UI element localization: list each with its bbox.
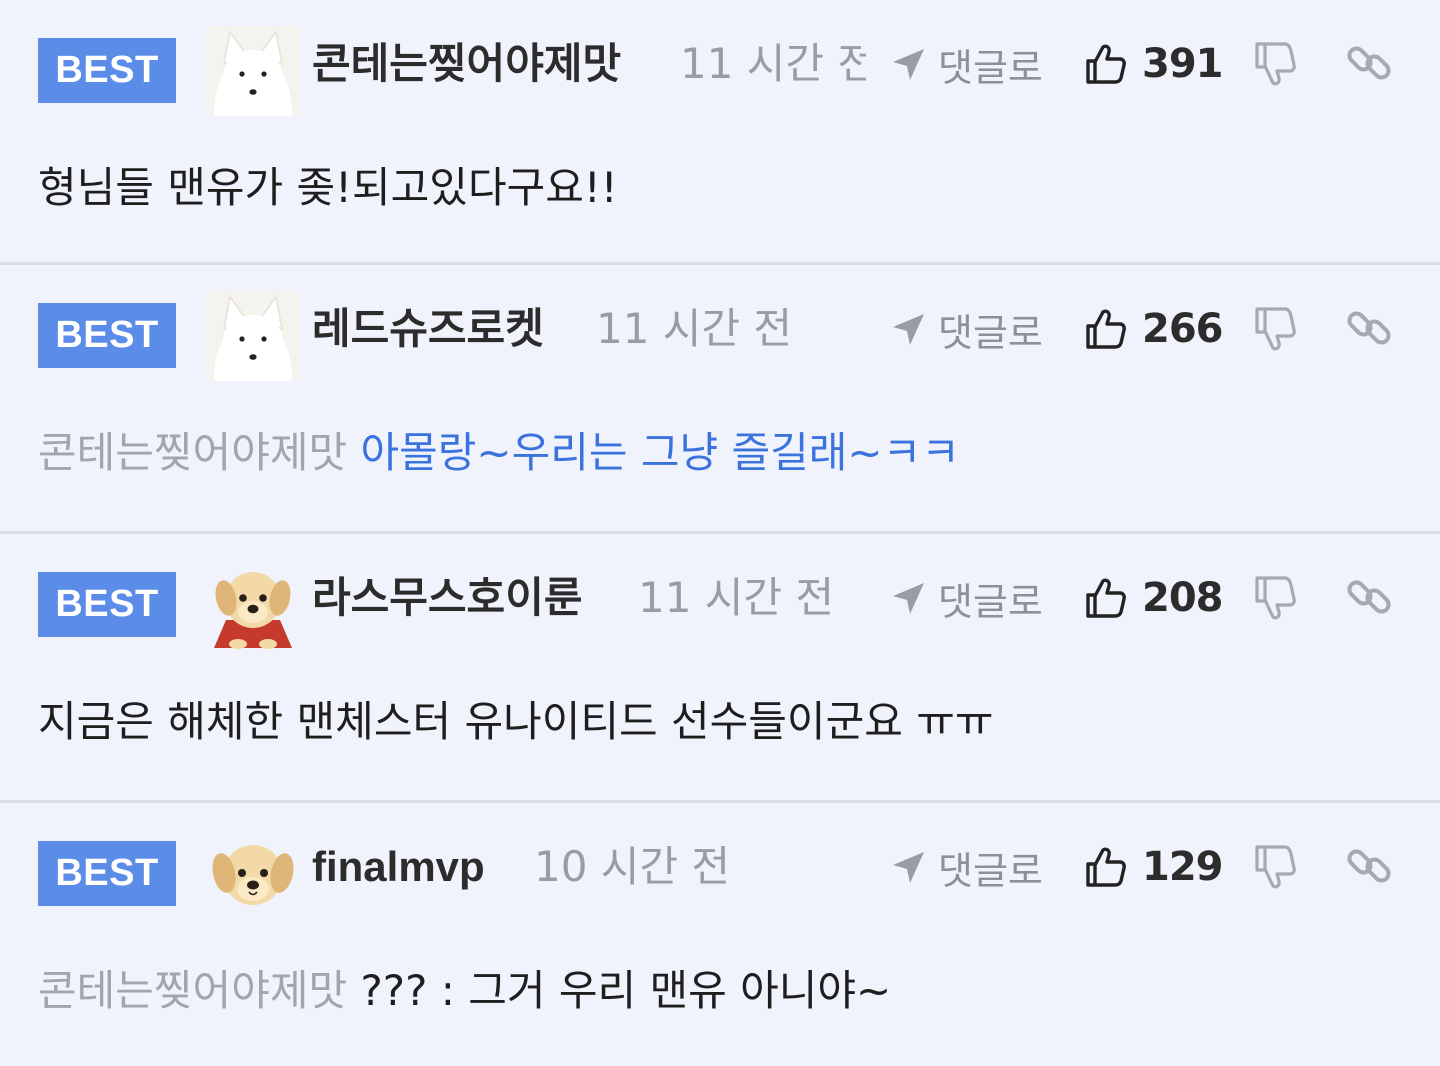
puppy-cape-avatar-icon: [206, 560, 300, 650]
comment-text: 콘테는찢어야제맛 아몰랑~우리는 그냥 즐길래~ㅋㅋ: [38, 423, 960, 483]
reply-label: 댓글로: [938, 310, 1043, 355]
reply-button[interactable]: 댓글로: [886, 839, 1043, 895]
best-badge: BEST: [38, 572, 176, 637]
reply-button[interactable]: 댓글로: [886, 36, 1043, 92]
thumbs-up-icon: [1084, 42, 1128, 86]
comment-text: 지금은 해체한 맨체스터 유나이티드 선수들이군요 ㅠㅠ: [38, 692, 993, 752]
like-button[interactable]: 129: [1084, 839, 1223, 895]
timestamp: 10 시간 전: [534, 842, 731, 891]
comment-card: BEST 라스무스호이룬 11 시간 전 댓글로 208 지금은 해체한 맨체스…: [0, 534, 1440, 803]
like-button[interactable]: 208: [1084, 570, 1223, 626]
like-button[interactable]: 391: [1084, 36, 1223, 92]
comment-text: 형님들 맨유가 좆!되고있다구요!!: [38, 158, 618, 218]
link-icon[interactable]: [1346, 843, 1392, 889]
link-icon[interactable]: [1346, 574, 1392, 620]
timestamp: 11 시간 전: [680, 39, 866, 88]
link-icon[interactable]: [1346, 40, 1392, 86]
thumbs-down-icon[interactable]: [1252, 40, 1298, 88]
thumbs-down-icon[interactable]: [1252, 574, 1298, 622]
username[interactable]: 라스무스호이룬: [312, 570, 582, 626]
timestamp: 11 시간 전: [638, 573, 835, 622]
reply-button[interactable]: 댓글로: [886, 301, 1043, 357]
comment-body: 형님들 맨유가 좆!되고있다구요!!: [38, 163, 618, 212]
comment-text: 콘테는찢어야제맛 ??? : 그거 우리 맨유 아니야~: [38, 961, 891, 1021]
reply-label: 댓글로: [938, 848, 1043, 893]
user-avatar[interactable]: [206, 829, 300, 919]
like-count: 391: [1142, 41, 1223, 87]
user-avatar[interactable]: [206, 291, 300, 381]
link-icon[interactable]: [1346, 305, 1392, 351]
thumbs-up-icon: [1084, 576, 1128, 620]
comment-card: BEST finalmvp 10 시간 전 댓글로 129 콘테는찢어야제맛 ?…: [0, 803, 1440, 1066]
best-badge: BEST: [38, 841, 176, 906]
best-badge: BEST: [38, 38, 176, 103]
comment-body: 아몰랑~우리는 그냥 즐길래~ㅋㅋ: [360, 428, 960, 477]
thumbs-down-icon[interactable]: [1252, 305, 1298, 353]
like-count: 129: [1142, 844, 1223, 890]
like-count: 266: [1142, 306, 1223, 352]
puppy-avatar-icon: [206, 829, 300, 919]
reply-arrow-icon: [888, 578, 928, 618]
like-count: 208: [1142, 575, 1223, 621]
thumbs-up-icon: [1084, 845, 1128, 889]
username[interactable]: 콘테는찢어야제맛: [312, 36, 621, 92]
reply-arrow-icon: [888, 44, 928, 84]
reply-arrow-icon: [888, 847, 928, 887]
reply-arrow-icon: [888, 309, 928, 349]
comment-card: BEST 콘테는찢어야제맛 11 시간 전 댓글로 391 형님들 맨유가 좆!…: [0, 0, 1440, 265]
reply-mention[interactable]: 콘테는찢어야제맛: [38, 428, 347, 477]
reply-label: 댓글로: [938, 45, 1043, 90]
best-badge: BEST: [38, 303, 176, 368]
timestamp: 11 시간 전: [596, 304, 793, 353]
reply-button[interactable]: 댓글로: [886, 570, 1043, 626]
thumbs-up-icon: [1084, 307, 1128, 351]
thumbs-down-icon[interactable]: [1252, 843, 1298, 891]
reply-mention[interactable]: 콘테는찢어야제맛: [38, 966, 347, 1015]
reply-label: 댓글로: [938, 579, 1043, 624]
user-avatar[interactable]: [206, 26, 300, 116]
white-fox-avatar-icon: [206, 26, 300, 116]
comment-body: 지금은 해체한 맨체스터 유나이티드 선수들이군요 ㅠㅠ: [38, 697, 994, 746]
white-fox-avatar-icon: [206, 291, 300, 381]
like-button[interactable]: 266: [1084, 301, 1223, 357]
username[interactable]: finalmvp: [312, 839, 485, 895]
comment-card: BEST 레드슈즈로켓 11 시간 전 댓글로 266 콘테는찢어야제맛 아몰랑…: [0, 265, 1440, 534]
comment-body: ??? : 그거 우리 맨유 아니야~: [360, 966, 892, 1015]
user-avatar[interactable]: [206, 560, 300, 650]
username[interactable]: 레드슈즈로켓: [312, 301, 544, 357]
